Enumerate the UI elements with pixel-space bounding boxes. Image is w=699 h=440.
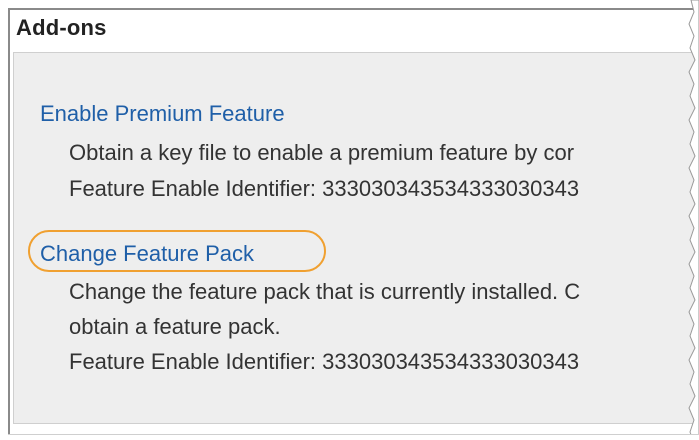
- panel-bottom-border: [8, 434, 699, 440]
- change-feature-pack-link[interactable]: Change Feature Pack: [40, 241, 254, 267]
- page-title: Add-ons: [16, 15, 107, 40]
- enable-premium-feature-link[interactable]: Enable Premium Feature: [40, 101, 285, 127]
- enable-premium-feature-description: Obtain a key file to enable a premium fe…: [69, 140, 575, 165]
- torn-edge-decoration: [688, 0, 699, 440]
- change-feature-pack-identifier: Feature Enable Identifier: 3330303435343…: [69, 349, 580, 374]
- enable-premium-feature-identifier: Feature Enable Identifier: 3330303435343…: [69, 176, 580, 201]
- change-feature-pack-description-continued: obtain a feature pack.: [69, 314, 281, 339]
- change-feature-pack-description: Change the feature pack that is currentl…: [69, 279, 581, 304]
